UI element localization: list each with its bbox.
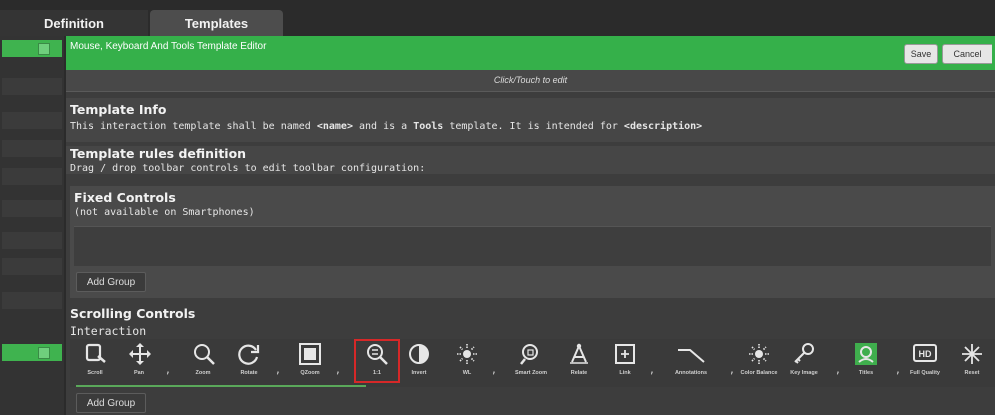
template-list-row[interactable] xyxy=(2,200,62,217)
tool-window-level[interactable]: WL xyxy=(452,339,482,385)
tool-rotate[interactable]: Rotate xyxy=(232,339,266,385)
editor-title: Mouse, Keyboard And Tools Template Edito… xyxy=(70,41,267,52)
tool-smart-zoom[interactable]: Smart Zoom xyxy=(508,339,554,385)
reset-icon xyxy=(962,344,982,364)
titles-icon xyxy=(855,343,877,365)
interaction-toolbar[interactable]: Scroll Pan , Zoom Rotate , QZoom , 1:1 I… xyxy=(70,339,995,387)
template-list-row[interactable] xyxy=(2,292,62,309)
template-editor: Mouse, Keyboard And Tools Template Edito… xyxy=(66,36,995,415)
tool-relate[interactable]: Relate xyxy=(564,339,594,385)
template-name-field[interactable]: <name> xyxy=(317,121,353,132)
click-to-edit-bar[interactable]: Click/Touch to edit xyxy=(66,70,995,92)
scroll-icon xyxy=(85,343,106,363)
fixed-controls-dropzone[interactable] xyxy=(74,226,991,266)
fixed-controls-title: Fixed Controls xyxy=(74,190,176,205)
tool-scroll[interactable]: Scroll xyxy=(80,339,110,385)
annotations-icon xyxy=(678,349,705,363)
template-type: Tools xyxy=(413,121,444,132)
zoom-icon xyxy=(194,344,215,365)
full-quality-icon: HD xyxy=(913,344,937,362)
tab-strip: Definition Templates xyxy=(0,0,995,36)
template-list-row[interactable] xyxy=(2,168,62,185)
tool-full-quality[interactable]: HD Full Quality xyxy=(904,339,946,385)
tool-qzoom[interactable]: QZoom xyxy=(292,339,328,385)
tool-reset[interactable]: Reset xyxy=(956,339,988,385)
fixed-controls-note: (not available on Smartphones) xyxy=(74,207,255,218)
toolbar-separator: , xyxy=(276,362,280,376)
toolbar-separator: , xyxy=(730,362,734,376)
toolbar-separator: , xyxy=(836,362,840,376)
toolbar-separator: , xyxy=(650,362,654,376)
toolbar-separator: , xyxy=(336,362,340,376)
template-list-row[interactable] xyxy=(2,140,62,157)
toolbar-separator: , xyxy=(492,362,496,376)
key-image-icon xyxy=(794,343,814,364)
template-list xyxy=(0,36,64,415)
template-list-row-selected[interactable] xyxy=(2,344,62,361)
tool-pan[interactable]: Pan xyxy=(124,339,154,385)
rotate-icon xyxy=(238,344,260,365)
invert-icon xyxy=(409,344,429,364)
template-rules-title: Template rules definition xyxy=(70,146,247,161)
tool-titles[interactable]: Titles xyxy=(850,339,882,385)
cancel-button[interactable]: Cancel xyxy=(942,44,992,64)
save-button[interactable]: Save xyxy=(904,44,938,64)
fixed-controls-section: Fixed Controls (not available on Smartph… xyxy=(70,186,995,298)
pan-icon xyxy=(129,343,151,365)
svg-text:HD: HD xyxy=(919,349,932,359)
row-checkbox[interactable] xyxy=(38,43,50,55)
tool-invert[interactable]: Invert xyxy=(404,339,434,385)
tool-zoom[interactable]: Zoom xyxy=(188,339,218,385)
editor-header: Mouse, Keyboard And Tools Template Edito… xyxy=(66,36,995,70)
template-rules-text: Drag / drop toolbar controls to edit too… xyxy=(70,163,426,174)
link-icon xyxy=(615,344,635,364)
qzoom-icon xyxy=(299,343,321,365)
interaction-group-label: Interaction xyxy=(70,324,147,338)
smart-zoom-icon xyxy=(520,344,538,365)
template-description-field[interactable]: <description> xyxy=(624,121,702,132)
tool-annotations[interactable]: Annotations xyxy=(666,339,716,385)
tool-key-image[interactable]: Key Image xyxy=(784,339,824,385)
add-group-button[interactable]: Add Group xyxy=(76,272,146,292)
selected-tool-highlight xyxy=(354,339,400,383)
template-list-row[interactable] xyxy=(2,78,62,95)
window-level-icon xyxy=(457,344,477,364)
click-hint: Click/Touch to edit xyxy=(493,75,568,85)
relate-icon xyxy=(570,343,588,364)
template-list-row[interactable] xyxy=(2,258,62,275)
toolbar-separator: , xyxy=(896,362,900,376)
tab-templates[interactable]: Templates xyxy=(150,10,283,36)
template-list-row-selected[interactable] xyxy=(2,40,62,57)
toolbar-separator: , xyxy=(166,362,170,376)
tool-one-to-one[interactable]: 1:1 xyxy=(354,339,400,385)
tool-link[interactable]: Link xyxy=(610,339,640,385)
add-group-button[interactable]: Add Group xyxy=(76,393,146,413)
row-checkbox[interactable] xyxy=(38,347,50,359)
tab-definition[interactable]: Definition xyxy=(0,10,148,36)
scrolling-controls-title: Scrolling Controls xyxy=(70,306,196,321)
toolbar-drop-indicator xyxy=(76,385,366,387)
template-info-title: Template Info xyxy=(70,102,167,117)
template-rules-section: Template rules definition Drag / drop to… xyxy=(66,146,995,174)
template-list-row[interactable] xyxy=(2,232,62,249)
tool-color-balance[interactable]: Color Balance xyxy=(736,339,782,385)
template-info-section: Template Info This interaction template … xyxy=(66,98,995,142)
color-balance-icon xyxy=(749,344,769,364)
template-list-row[interactable] xyxy=(2,112,62,129)
template-info-text: This interaction template shall be named… xyxy=(70,121,703,132)
